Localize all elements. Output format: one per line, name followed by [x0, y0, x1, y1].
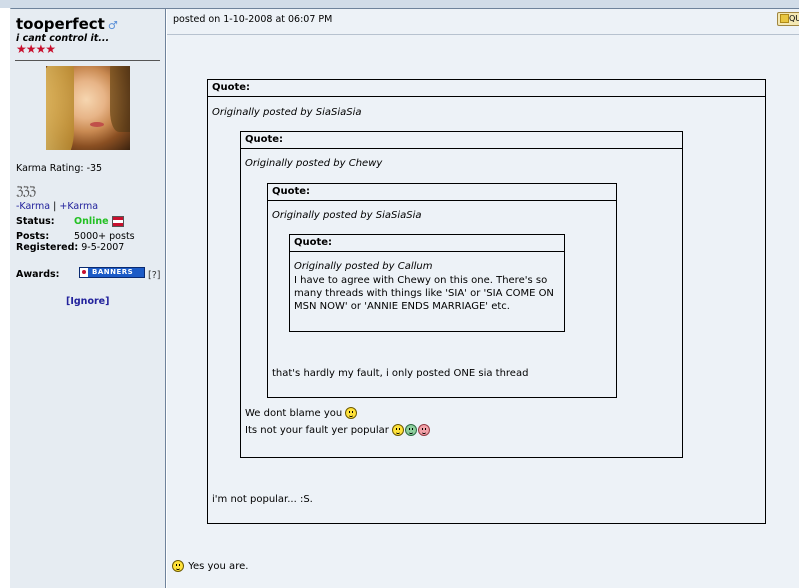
quote-box-chewy: Quote: Originally posted by Chewy Quote:… — [240, 131, 683, 458]
username[interactable]: tooperfect ♂ — [16, 15, 118, 33]
award-icon — [80, 268, 88, 277]
post-timestamp: posted on 1-10-2008 at 06:07 PM — [173, 14, 333, 25]
avatar-lips — [90, 122, 104, 127]
posts-label: Posts: — [16, 231, 50, 242]
avatar-hair-right — [110, 66, 130, 132]
pink-smiley-icon — [418, 424, 431, 436]
username-text[interactable]: tooperfect — [16, 15, 105, 33]
registered-row: Registered: 9-5-2007 — [16, 242, 124, 253]
post-reply-text: Yes you are. — [188, 561, 249, 572]
awards-label: Awards: — [16, 269, 60, 280]
rank-stars-icon: ★★★★ — [16, 42, 56, 56]
status-row: Status: Online — [16, 216, 124, 227]
quote-header: Quote: — [208, 80, 765, 97]
karma-rating: Karma Rating: -35 — [16, 163, 103, 174]
post-header: posted on 1-10-2008 at 06:07 PM QU — [167, 9, 799, 35]
sidebar-divider — [15, 60, 160, 61]
karma-symbols-icon: ℨℨℨ — [16, 184, 36, 198]
top-frame-strip — [0, 0, 799, 9]
karma-links: -Karma | +Karma — [16, 201, 98, 212]
quote-reply-line: We dont blame you — [245, 407, 358, 420]
avatar-hair-left — [46, 66, 74, 150]
quote-reply-text: We dont blame you — [245, 408, 343, 419]
smiley-icon — [172, 560, 184, 572]
banners-award-badge[interactable]: BANNERS — [79, 267, 145, 278]
quote-icon — [780, 14, 789, 23]
flag-icon — [111, 216, 124, 227]
quote-reply-label: QU — [789, 14, 799, 23]
quote-attribution: Originally posted by Callum — [294, 261, 433, 272]
quote-reply-text: that's hardly my fault, i only posted ON… — [272, 368, 529, 379]
banners-award-label: BANNERS — [92, 268, 134, 276]
registered-label: Registered: — [16, 242, 79, 253]
awards-help-link[interactable]: [?] — [148, 270, 160, 281]
quote-box-callum: Quote: Originally posted by Callum I hav… — [289, 234, 565, 332]
ignore-link[interactable]: [Ignore] — [66, 296, 109, 307]
quote-text: I have to agree with Chewy on this one. … — [294, 275, 554, 312]
user-sidebar: tooperfect ♂ i cant control it... ★★★★ Ka… — [10, 9, 166, 588]
quote-box-siasiasia-outer: Quote: Originally posted by SiaSiaSia Qu… — [207, 79, 766, 524]
male-gender-icon: ♂ — [107, 19, 118, 32]
status-label: Status: — [16, 216, 55, 227]
quote-attribution: Originally posted by Chewy — [245, 158, 383, 169]
quote-attribution: Originally posted by SiaSiaSia — [272, 210, 422, 221]
posts-value: 5000+ posts — [74, 231, 135, 242]
quote-attribution: Originally posted by SiaSiaSia — [212, 107, 362, 118]
quote-header: Quote: — [290, 235, 564, 252]
quote-reply-text: i'm not popular... :S. — [212, 494, 313, 505]
quote-box-siasiasia-inner: Quote: Originally posted by SiaSiaSia Qu… — [267, 183, 617, 398]
green-smiley-icon — [405, 424, 418, 436]
post-reply-line: Yes you are. — [172, 560, 248, 573]
quote-header: Quote: — [241, 132, 682, 149]
quote-reply-button[interactable]: QU — [777, 12, 799, 26]
avatar — [46, 66, 130, 150]
plus-karma-link[interactable]: +Karma — [59, 201, 98, 212]
tongue-smiley-icon — [392, 424, 405, 436]
smiley-icon — [345, 407, 358, 419]
quote-header: Quote: — [268, 184, 616, 201]
quote-reply-text: Its not your fault yer popular — [245, 425, 389, 436]
minus-karma-link[interactable]: -Karma — [16, 201, 50, 212]
posts-row: Posts: 5000+ posts — [16, 231, 135, 242]
status-badge: Online — [74, 216, 109, 227]
registered-value: 9-5-2007 — [81, 242, 125, 253]
karma-separator: | — [53, 201, 57, 212]
quote-reply-line: Its not your fault yer popular — [245, 424, 431, 437]
post-body: posted on 1-10-2008 at 06:07 PM QU Quote… — [167, 9, 799, 588]
